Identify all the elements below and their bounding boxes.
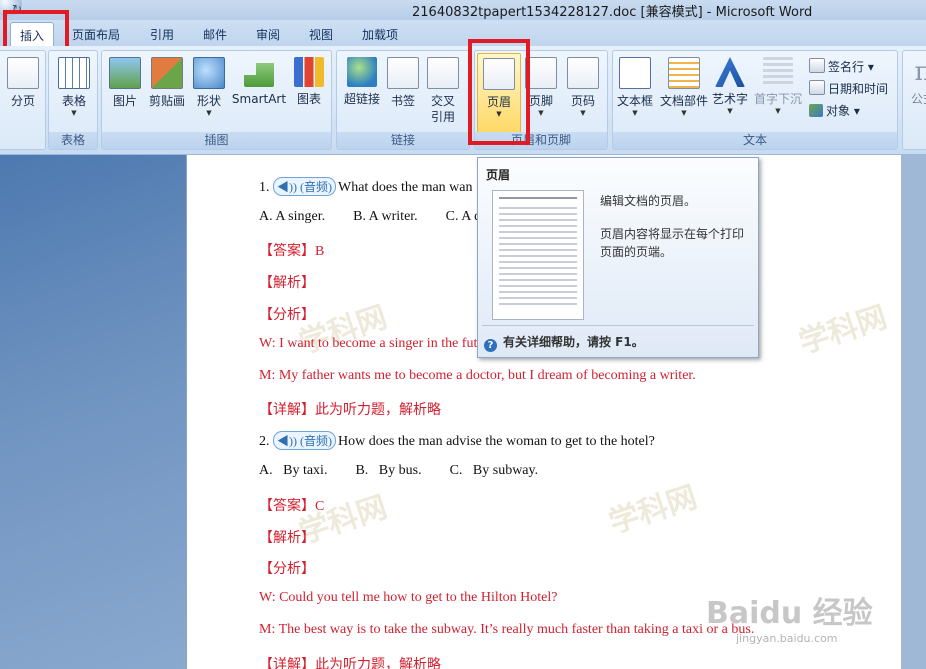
drop-cap-button[interactable]: 首字下沉 ▼ <box>753 57 803 115</box>
group-label-links: 链接 <box>337 132 469 149</box>
cross-reference-button[interactable]: 交叉 引用 <box>425 57 461 125</box>
textbox-icon <box>619 57 651 89</box>
cross-reference-icon <box>427 57 459 89</box>
highlight-header-button <box>468 39 530 145</box>
tooltip-divider <box>482 325 754 326</box>
fenxi-label-2: 【分析】 <box>259 562 315 577</box>
table-button[interactable]: 表格 ▼ <box>54 57 94 117</box>
page-break-icon <box>7 57 39 89</box>
watermark: 学科网 <box>794 299 892 361</box>
workspace-background <box>0 155 186 669</box>
object-button[interactable]: 对象 ▾ <box>809 102 860 119</box>
calendar-icon <box>809 80 825 95</box>
clipart-icon <box>151 57 183 89</box>
detail-2: 【详解】此为听力题，解析略 <box>259 658 441 669</box>
textbox-button[interactable]: 文本框 ▼ <box>615 57 655 117</box>
chart-icon <box>294 57 324 87</box>
shapes-button[interactable]: 形状 ▼ <box>192 57 226 117</box>
bookmark-icon <box>387 57 419 89</box>
hyperlink-button[interactable]: 超链接 <box>341 57 383 107</box>
group-links: 超链接 书签 交叉 引用 链接 <box>336 50 470 150</box>
answer-1: 【答案】B <box>259 244 325 259</box>
group-pages: 分页 <box>0 50 46 150</box>
transcript-w1: W: I want to become a singer in the fut <box>259 336 478 351</box>
group-label-text: 文本 <box>613 132 897 149</box>
question-1: 1. ◀)) (音频) What does the man wan <box>259 177 473 196</box>
transcript-w2: W: Could you tell me how to get to the H… <box>259 590 558 605</box>
chart-button[interactable]: 图表 <box>292 57 326 107</box>
fenxi-label-1: 【分析】 <box>259 308 315 323</box>
workspace-background-right <box>900 155 926 669</box>
title-bar: ↻ 21640832tpapert1534228127.doc [兼容模式] -… <box>0 0 926 20</box>
formula-button[interactable]: π 公式 <box>905 57 926 107</box>
detail-1: 【详解】此为听力题，解析略 <box>259 403 441 418</box>
page-number-button[interactable]: 页码 ▼ <box>563 57 603 117</box>
shapes-icon <box>193 57 225 89</box>
dropdown-arrow-icon: ▼ <box>775 107 781 115</box>
tooltip-title: 页眉 <box>486 168 511 182</box>
group-illustrations: 图片 剪贴画 形状 ▼ SmartArt 图表 插图 <box>101 50 332 150</box>
group-table: 表格 ▼ 表格 <box>48 50 98 150</box>
tab-review[interactable]: 审阅 <box>256 26 280 43</box>
transcript-m2: M: The best way is to take the subway. I… <box>259 622 755 637</box>
tab-page-layout[interactable]: 页面布局 <box>72 26 120 43</box>
bookmark-button[interactable]: 书签 <box>387 57 419 109</box>
watermark: 学科网 <box>604 479 702 541</box>
dropdown-arrow-icon: ▼ <box>632 109 638 117</box>
picture-icon <box>109 57 141 89</box>
page-number-icon <box>567 57 599 89</box>
transcript-m1: M: My father wants me to become a doctor… <box>259 368 696 383</box>
object-icon <box>809 104 823 117</box>
tooltip-detail: 页眉内容将显示在每个打印页面的页端。 <box>600 227 745 259</box>
tab-references[interactable]: 引用 <box>150 26 174 43</box>
tooltip-description: 编辑文档的页眉。 <box>600 194 697 208</box>
dropdown-arrow-icon: ▼ <box>727 107 733 115</box>
group-symbols: π 公式 <box>902 50 926 150</box>
page-break-button[interactable]: 分页 <box>1 57 45 109</box>
table-icon <box>58 57 90 89</box>
tab-addins[interactable]: 加载项 <box>362 26 398 43</box>
help-icon: ? <box>484 339 497 352</box>
header-preview-thumbnail <box>492 190 584 320</box>
signature-line-icon <box>809 58 825 73</box>
quick-parts-button[interactable]: 文档部件 ▼ <box>659 57 709 117</box>
date-time-button[interactable]: 日期和时间 <box>809 80 888 97</box>
smartart-button[interactable]: SmartArt <box>230 57 288 107</box>
clipart-button[interactable]: 剪贴画 <box>146 57 188 109</box>
dropdown-arrow-icon: ▼ <box>206 109 212 117</box>
audio-icon[interactable]: ◀)) (音频) <box>273 431 336 450</box>
group-label-illustrations: 插图 <box>102 132 331 149</box>
ribbon: 分页 表格 ▼ 表格 图片 剪贴画 形状 ▼ SmartArt 图表 插图 超链… <box>0 46 926 155</box>
dropdown-arrow-icon: ▼ <box>580 109 586 117</box>
window-title: 21640832tpapert1534228127.doc [兼容模式] - M… <box>412 5 813 20</box>
group-text: 文本框 ▼ 文档部件 ▼ 艺术字 ▼ 首字下沉 ▼ 签名行 ▾ 日期和时间 对象… <box>612 50 898 150</box>
smartart-icon <box>244 63 274 87</box>
tab-mailings[interactable]: 邮件 <box>203 26 227 43</box>
dropdown-arrow-icon: ▼ <box>71 109 77 117</box>
dropdown-arrow-icon: ▼ <box>681 109 687 117</box>
header-tooltip: 页眉 编辑文档的页眉。 页眉内容将显示在每个打印页面的页端。 ? 有关详细帮助，请… <box>477 157 759 358</box>
question-2-options: A. By taxi. B. By bus. C. By subway. <box>259 463 539 478</box>
group-label-table: 表格 <box>49 132 97 149</box>
tooltip-help: ? 有关详细帮助，请按 F1。 <box>484 333 644 352</box>
wordart-button[interactable]: 艺术字 ▼ <box>711 57 749 115</box>
signature-line-button[interactable]: 签名行 ▾ <box>809 58 874 75</box>
drop-cap-icon <box>763 57 793 87</box>
wordart-icon <box>715 57 745 87</box>
quick-parts-icon <box>668 57 700 89</box>
analysis-label-2: 【解析】 <box>259 531 315 546</box>
answer-2: 【答案】C <box>259 499 325 514</box>
tab-view[interactable]: 视图 <box>309 26 333 43</box>
analysis-label-1: 【解析】 <box>259 276 315 291</box>
hyperlink-globe-icon <box>347 57 377 87</box>
question-2: 2. ◀)) (音频) How does the man advise the w… <box>259 431 655 450</box>
audio-icon[interactable]: ◀)) (音频) <box>273 177 336 196</box>
pi-icon: π <box>914 57 926 87</box>
section-heading-cutoff: ━━━━━━━━━━━━ <box>259 155 360 162</box>
ribbon-tabs: 插入 页面布局 引用 邮件 审阅 视图 加载项 <box>0 20 926 46</box>
picture-button[interactable]: 图片 <box>108 57 142 109</box>
baidu-jingyan-watermark: Baidu 经验 jingyan.baidu.com <box>706 596 873 645</box>
question-1-options: A. A singer. B. A writer. C. A d <box>259 209 482 224</box>
